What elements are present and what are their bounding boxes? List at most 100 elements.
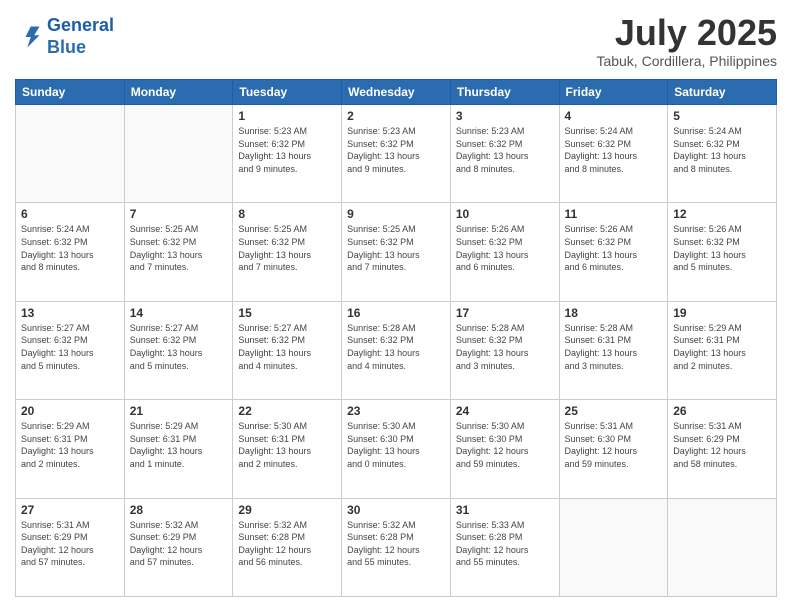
title-block: July 2025 Tabuk, Cordillera, Philippines xyxy=(596,15,777,69)
calendar-cell xyxy=(668,498,777,596)
calendar-cell: 17 Sunrise: 5:28 AM Sunset: 6:32 PM Dayli… xyxy=(450,301,559,399)
calendar-cell: 23 Sunrise: 5:30 AM Sunset: 6:30 PM Dayli… xyxy=(342,400,451,498)
day-info: Sunrise: 5:28 AM Sunset: 6:31 PM Dayligh… xyxy=(565,322,663,372)
day-info: Sunrise: 5:32 AM Sunset: 6:28 PM Dayligh… xyxy=(347,519,445,569)
weekday-header-wednesday: Wednesday xyxy=(342,80,451,105)
calendar-cell: 25 Sunrise: 5:31 AM Sunset: 6:30 PM Dayli… xyxy=(559,400,668,498)
calendar-cell: 26Sunrise: 5:31 AM Sunset: 6:29 PM Dayli… xyxy=(668,400,777,498)
calendar-cell: 30 Sunrise: 5:32 AM Sunset: 6:28 PM Dayli… xyxy=(342,498,451,596)
calendar-week-2: 6Sunrise: 5:24 AM Sunset: 6:32 PM Daylig… xyxy=(16,203,777,301)
calendar-cell: 5 Sunrise: 5:24 AM Sunset: 6:32 PM Daylig… xyxy=(668,105,777,203)
day-info: Sunrise: 5:29 AM Sunset: 6:31 PM Dayligh… xyxy=(21,420,119,470)
calendar-cell: 14 Sunrise: 5:27 AM Sunset: 6:32 PM Dayli… xyxy=(124,301,233,399)
page: General Blue July 2025 Tabuk, Cordillera… xyxy=(0,0,792,612)
calendar-cell: 2 Sunrise: 5:23 AM Sunset: 6:32 PM Daylig… xyxy=(342,105,451,203)
day-info: Sunrise: 5:27 AM Sunset: 6:32 PM Dayligh… xyxy=(130,322,228,372)
calendar-cell: 6Sunrise: 5:24 AM Sunset: 6:32 PM Daylig… xyxy=(16,203,125,301)
calendar-cell: 4Sunrise: 5:24 AM Sunset: 6:32 PM Daylig… xyxy=(559,105,668,203)
day-number: 24 xyxy=(456,404,554,418)
day-info: Sunrise: 5:26 AM Sunset: 6:32 PM Dayligh… xyxy=(456,223,554,273)
day-number: 20 xyxy=(21,404,119,418)
day-info: Sunrise: 5:29 AM Sunset: 6:31 PM Dayligh… xyxy=(673,322,771,372)
weekday-header-row: SundayMondayTuesdayWednesdayThursdayFrid… xyxy=(16,80,777,105)
day-info: Sunrise: 5:33 AM Sunset: 6:28 PM Dayligh… xyxy=(456,519,554,569)
calendar-cell: 7Sunrise: 5:25 AM Sunset: 6:32 PM Daylig… xyxy=(124,203,233,301)
header: General Blue July 2025 Tabuk, Cordillera… xyxy=(15,15,777,69)
day-number: 3 xyxy=(456,109,554,123)
day-info: Sunrise: 5:24 AM Sunset: 6:32 PM Dayligh… xyxy=(673,125,771,175)
day-info: Sunrise: 5:31 AM Sunset: 6:30 PM Dayligh… xyxy=(565,420,663,470)
calendar-cell: 31 Sunrise: 5:33 AM Sunset: 6:28 PM Dayli… xyxy=(450,498,559,596)
day-number: 7 xyxy=(130,207,228,221)
day-info: Sunrise: 5:31 AM Sunset: 6:29 PM Dayligh… xyxy=(673,420,771,470)
logo-line2: Blue xyxy=(47,37,86,57)
day-info: Sunrise: 5:31 AM Sunset: 6:29 PM Dayligh… xyxy=(21,519,119,569)
day-number: 11 xyxy=(565,207,663,221)
day-number: 15 xyxy=(238,306,336,320)
day-number: 23 xyxy=(347,404,445,418)
logo-text: General Blue xyxy=(47,15,114,58)
day-number: 28 xyxy=(130,503,228,517)
day-info: Sunrise: 5:28 AM Sunset: 6:32 PM Dayligh… xyxy=(456,322,554,372)
calendar-cell: 15 Sunrise: 5:27 AM Sunset: 6:32 PM Dayli… xyxy=(233,301,342,399)
day-number: 8 xyxy=(238,207,336,221)
weekday-header-friday: Friday xyxy=(559,80,668,105)
day-number: 25 xyxy=(565,404,663,418)
day-number: 19 xyxy=(673,306,771,320)
day-number: 17 xyxy=(456,306,554,320)
day-number: 5 xyxy=(673,109,771,123)
calendar-week-3: 13 Sunrise: 5:27 AM Sunset: 6:32 PM Dayli… xyxy=(16,301,777,399)
logo-line1: General xyxy=(47,15,114,35)
day-info: Sunrise: 5:30 AM Sunset: 6:30 PM Dayligh… xyxy=(347,420,445,470)
calendar-cell: 16Sunrise: 5:28 AM Sunset: 6:32 PM Dayli… xyxy=(342,301,451,399)
day-number: 13 xyxy=(21,306,119,320)
day-number: 14 xyxy=(130,306,228,320)
day-info: Sunrise: 5:30 AM Sunset: 6:31 PM Dayligh… xyxy=(238,420,336,470)
day-number: 22 xyxy=(238,404,336,418)
day-number: 10 xyxy=(456,207,554,221)
day-info: Sunrise: 5:27 AM Sunset: 6:32 PM Dayligh… xyxy=(238,322,336,372)
calendar-cell xyxy=(559,498,668,596)
calendar-cell: 1 Sunrise: 5:23 AM Sunset: 6:32 PM Daylig… xyxy=(233,105,342,203)
calendar-week-4: 20 Sunrise: 5:29 AM Sunset: 6:31 PM Dayli… xyxy=(16,400,777,498)
calendar-cell: 13 Sunrise: 5:27 AM Sunset: 6:32 PM Dayli… xyxy=(16,301,125,399)
day-info: Sunrise: 5:26 AM Sunset: 6:32 PM Dayligh… xyxy=(673,223,771,273)
day-number: 18 xyxy=(565,306,663,320)
calendar-week-1: 1 Sunrise: 5:23 AM Sunset: 6:32 PM Daylig… xyxy=(16,105,777,203)
day-info: Sunrise: 5:24 AM Sunset: 6:32 PM Dayligh… xyxy=(565,125,663,175)
day-info: Sunrise: 5:23 AM Sunset: 6:32 PM Dayligh… xyxy=(347,125,445,175)
calendar-cell: 11 Sunrise: 5:26 AM Sunset: 6:32 PM Dayli… xyxy=(559,203,668,301)
calendar-cell: 27Sunrise: 5:31 AM Sunset: 6:29 PM Dayli… xyxy=(16,498,125,596)
day-info: Sunrise: 5:25 AM Sunset: 6:32 PM Dayligh… xyxy=(238,223,336,273)
day-number: 1 xyxy=(238,109,336,123)
day-info: Sunrise: 5:32 AM Sunset: 6:29 PM Dayligh… xyxy=(130,519,228,569)
logo: General Blue xyxy=(15,15,114,58)
calendar-cell: 10 Sunrise: 5:26 AM Sunset: 6:32 PM Dayli… xyxy=(450,203,559,301)
day-number: 30 xyxy=(347,503,445,517)
calendar-cell: 28 Sunrise: 5:32 AM Sunset: 6:29 PM Dayli… xyxy=(124,498,233,596)
weekday-header-sunday: Sunday xyxy=(16,80,125,105)
calendar-cell: 8 Sunrise: 5:25 AM Sunset: 6:32 PM Daylig… xyxy=(233,203,342,301)
weekday-header-monday: Monday xyxy=(124,80,233,105)
day-info: Sunrise: 5:30 AM Sunset: 6:30 PM Dayligh… xyxy=(456,420,554,470)
day-number: 29 xyxy=(238,503,336,517)
calendar-cell: 29Sunrise: 5:32 AM Sunset: 6:28 PM Dayli… xyxy=(233,498,342,596)
day-number: 31 xyxy=(456,503,554,517)
calendar-table: SundayMondayTuesdayWednesdayThursdayFrid… xyxy=(15,79,777,597)
month-title: July 2025 xyxy=(596,15,777,51)
day-info: Sunrise: 5:25 AM Sunset: 6:32 PM Dayligh… xyxy=(347,223,445,273)
day-info: Sunrise: 5:27 AM Sunset: 6:32 PM Dayligh… xyxy=(21,322,119,372)
calendar-cell xyxy=(124,105,233,203)
calendar-cell: 19 Sunrise: 5:29 AM Sunset: 6:31 PM Dayli… xyxy=(668,301,777,399)
day-number: 2 xyxy=(347,109,445,123)
day-info: Sunrise: 5:23 AM Sunset: 6:32 PM Dayligh… xyxy=(238,125,336,175)
day-info: Sunrise: 5:26 AM Sunset: 6:32 PM Dayligh… xyxy=(565,223,663,273)
day-info: Sunrise: 5:28 AM Sunset: 6:32 PM Dayligh… xyxy=(347,322,445,372)
calendar-week-5: 27Sunrise: 5:31 AM Sunset: 6:29 PM Dayli… xyxy=(16,498,777,596)
day-info: Sunrise: 5:23 AM Sunset: 6:32 PM Dayligh… xyxy=(456,125,554,175)
calendar-cell: 18 Sunrise: 5:28 AM Sunset: 6:31 PM Dayli… xyxy=(559,301,668,399)
calendar-cell: 20 Sunrise: 5:29 AM Sunset: 6:31 PM Dayli… xyxy=(16,400,125,498)
day-number: 21 xyxy=(130,404,228,418)
calendar-cell: 9Sunrise: 5:25 AM Sunset: 6:32 PM Daylig… xyxy=(342,203,451,301)
weekday-header-saturday: Saturday xyxy=(668,80,777,105)
